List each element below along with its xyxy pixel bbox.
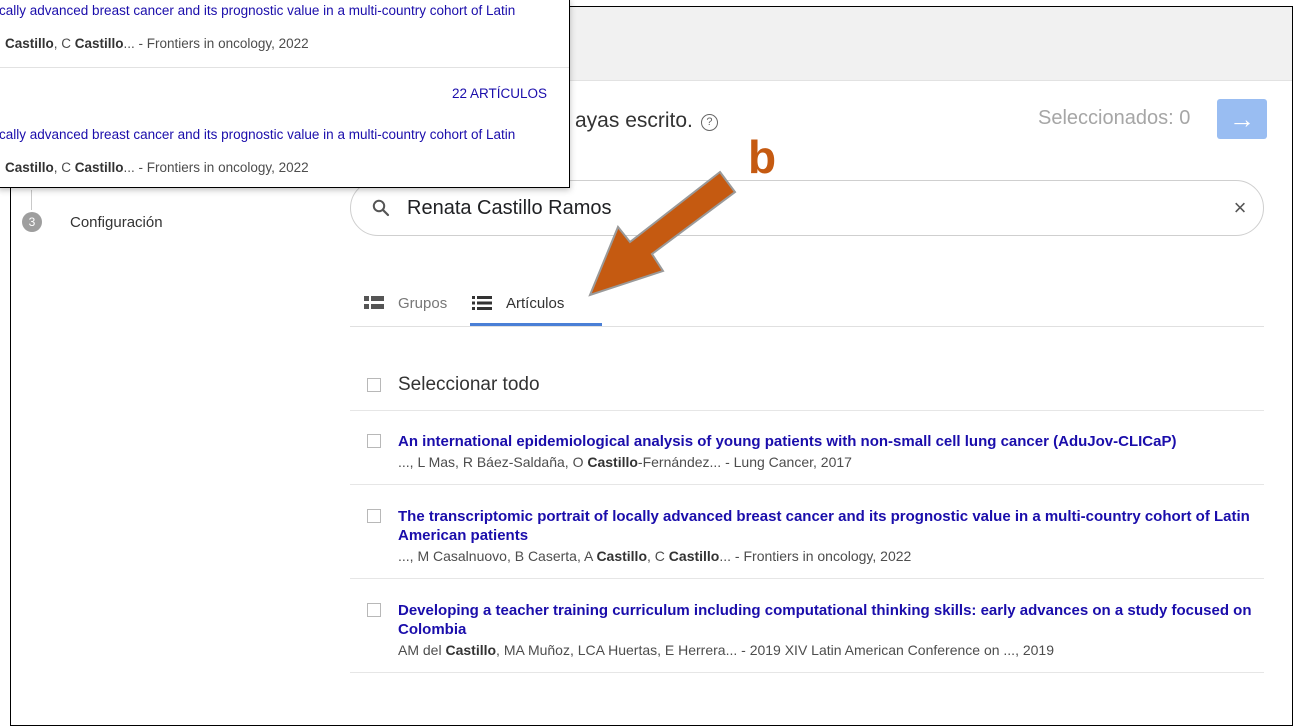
active-tab-indicator (470, 323, 602, 326)
list-item: An international epidemiological analysi… (350, 410, 1264, 485)
heading-text: ayas escrito. (575, 109, 693, 132)
clear-icon[interactable]: × (1217, 195, 1263, 221)
popup-articles-count[interactable]: 22 ARTÍCULOS (452, 86, 547, 101)
list-item: The transcriptomic portrait of locally a… (350, 485, 1264, 579)
tab-articles[interactable]: Artículos (472, 282, 564, 324)
popup-article-title-1[interactable]: cally advanced breast cancer and its pro… (0, 3, 569, 18)
tab-articles-label: Artículos (506, 294, 565, 312)
results-list: An international epidemiological analysi… (350, 410, 1264, 673)
arrow-right-icon: → (1229, 103, 1255, 134)
selected-count: Seleccionados: 0 (1038, 107, 1191, 129)
article-title-link[interactable]: The transcriptomic portrait of locally a… (398, 507, 1264, 545)
next-button[interactable]: → (1217, 99, 1267, 139)
tab-groups-label: Grupos (398, 294, 448, 312)
article-title-link[interactable]: An international epidemiological analysi… (398, 432, 1264, 451)
popup-article-meta-1: Castillo, C Castillo... - Frontiers in o… (5, 36, 309, 51)
article-meta: AM del Castillo, MA Muñoz, LCA Huertas, … (398, 642, 1054, 658)
search-box[interactable]: × (350, 180, 1264, 236)
page-heading: ayas escrito.? (575, 109, 718, 133)
item-checkbox[interactable] (367, 434, 381, 448)
list-item: Developing a teacher training curriculum… (350, 579, 1264, 673)
article-meta: ..., M Casalnuovo, B Caserta, A Castillo… (398, 548, 912, 564)
item-checkbox[interactable] (367, 509, 381, 523)
step-label: Configuración (70, 213, 163, 231)
search-input[interactable] (405, 195, 1217, 221)
article-meta: ..., L Mas, R Báez-Saldaña, O Castillo-F… (398, 454, 852, 470)
help-icon[interactable]: ? (700, 113, 718, 131)
group-preview-popup: cally advanced breast cancer and its pro… (0, 0, 570, 188)
step-number-badge: 3 (22, 212, 42, 232)
search-icon (357, 199, 405, 217)
select-all-row[interactable]: Seleccionar todo (350, 360, 1264, 411)
article-list-icon (472, 296, 492, 310)
popup-article-meta-2: Castillo, C Castillo... - Frontiers in o… (5, 160, 309, 175)
item-checkbox[interactable] (367, 603, 381, 617)
stepper-line (31, 190, 32, 210)
view-tabs: Grupos Artículos (350, 282, 1264, 327)
annotation-arrow-icon (588, 170, 737, 297)
popup-divider (0, 67, 569, 68)
select-all-checkbox[interactable] (367, 378, 381, 392)
select-all-label: Seleccionar todo (398, 374, 540, 395)
sidebar-step-configuracion[interactable]: 3 Configuración (22, 212, 163, 232)
popup-article-title-2[interactable]: cally advanced breast cancer and its pro… (0, 127, 569, 142)
tab-groups[interactable]: Grupos (364, 282, 447, 324)
article-title-link[interactable]: Developing a teacher training curriculum… (398, 601, 1264, 639)
group-list-icon (364, 296, 384, 309)
